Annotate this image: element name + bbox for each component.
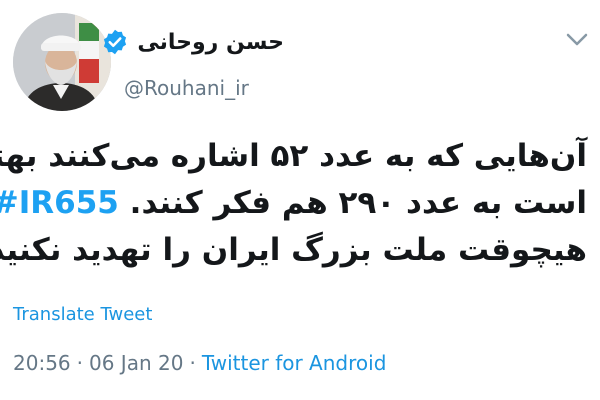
chevron-down-icon[interactable] — [566, 33, 588, 47]
verified-badge-icon — [101, 28, 129, 56]
separator-dot: · — [76, 351, 83, 375]
tweet-text-fragment: است به عدد ۲۹۰ هم فکر کنند. — [129, 185, 587, 221]
tweet-card: حسن روحانی @Rouhani_ir آن‌هایی که به عدد… — [0, 0, 600, 400]
author-display-name: حسن روحانی — [137, 29, 284, 55]
tweet-metadata: 20:56 · 06 Jan 20 · Twitter for Android — [13, 351, 386, 375]
avatar[interactable] — [13, 13, 111, 111]
tweet-text: آن‌هایی که به عدد ۵۲ اشاره می‌کنند بهتر … — [0, 133, 587, 274]
tweet-text-line: هیچوقت ملت بزرگ ایران را تهدید نکنید. — [0, 232, 587, 268]
tweet-date[interactable]: 06 Jan 20 — [89, 351, 183, 375]
author-name-row[interactable]: حسن روحانی — [101, 28, 284, 56]
tweet-source-link[interactable]: Twitter for Android — [202, 351, 387, 375]
author-handle[interactable]: @Rouhani_ir — [124, 76, 249, 100]
tweet-text-line: آن‌هایی که به عدد ۵۲ اشاره می‌کنند بهتر — [0, 138, 587, 174]
profile-photo-icon — [13, 13, 111, 111]
tweet-text-line: است به عدد ۲۹۰ هم فکر کنند. #IR655 — [0, 180, 587, 227]
separator-dot: · — [189, 351, 196, 375]
translate-tweet-link[interactable]: Translate Tweet — [13, 304, 152, 325]
hashtag-link[interactable]: #IR655 — [0, 185, 119, 221]
tweet-time[interactable]: 20:56 — [13, 351, 71, 375]
